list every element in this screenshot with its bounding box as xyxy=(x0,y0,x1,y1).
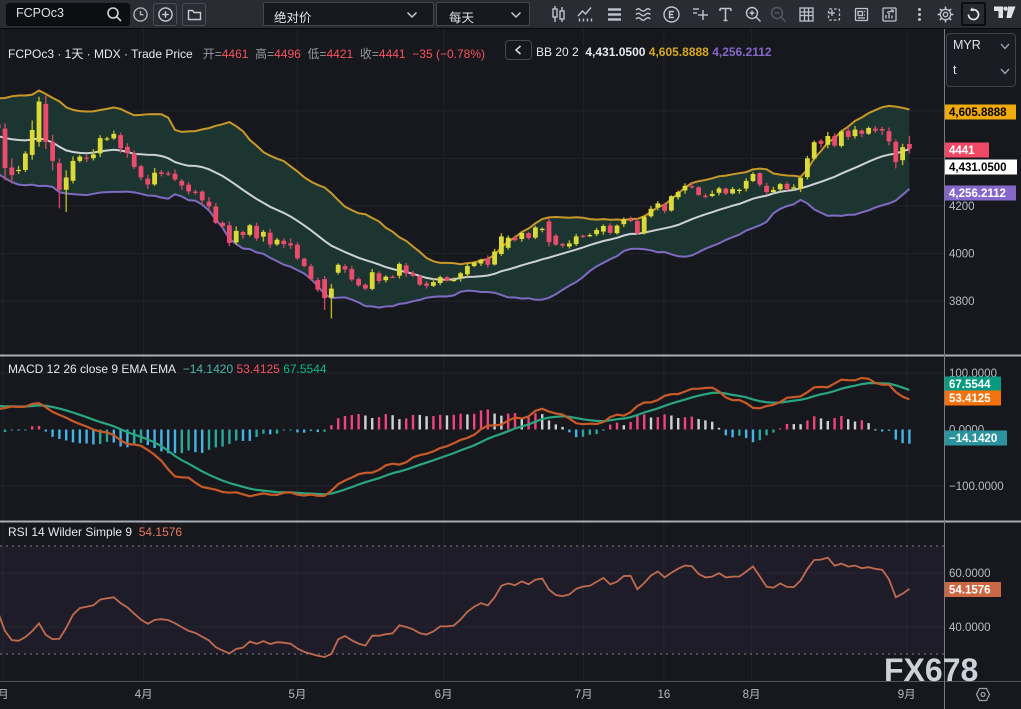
svg-text:8月: 8月 xyxy=(743,689,761,701)
svg-text:16: 16 xyxy=(658,689,671,701)
svg-text:60.0000: 60.0000 xyxy=(949,568,991,580)
svg-text:54.1576: 54.1576 xyxy=(949,585,991,597)
svg-text:4,256.2112: 4,256.2112 xyxy=(949,188,1006,200)
svg-text:5月: 5月 xyxy=(288,689,306,701)
svg-text:40.0000: 40.0000 xyxy=(949,622,991,634)
svg-text:4,431.0500: 4,431.0500 xyxy=(949,162,1007,174)
svg-text:7月: 7月 xyxy=(575,689,593,701)
svg-text:4200: 4200 xyxy=(949,201,975,213)
svg-text:月: 月 xyxy=(0,689,9,701)
svg-text:3800: 3800 xyxy=(949,296,975,308)
svg-text:4月: 4月 xyxy=(135,689,153,701)
svg-text:−100.0000: −100.0000 xyxy=(949,481,1004,493)
svg-text:9月: 9月 xyxy=(898,689,916,701)
svg-text:53.4125: 53.4125 xyxy=(949,393,991,405)
svg-text:−14.1420: −14.1420 xyxy=(949,433,997,445)
svg-text:4000: 4000 xyxy=(949,249,975,261)
svg-text:4,605.8888: 4,605.8888 xyxy=(949,107,1007,119)
svg-text:6月: 6月 xyxy=(435,689,453,701)
svg-text:4441: 4441 xyxy=(949,145,975,157)
svg-text:67.5544: 67.5544 xyxy=(949,379,991,391)
